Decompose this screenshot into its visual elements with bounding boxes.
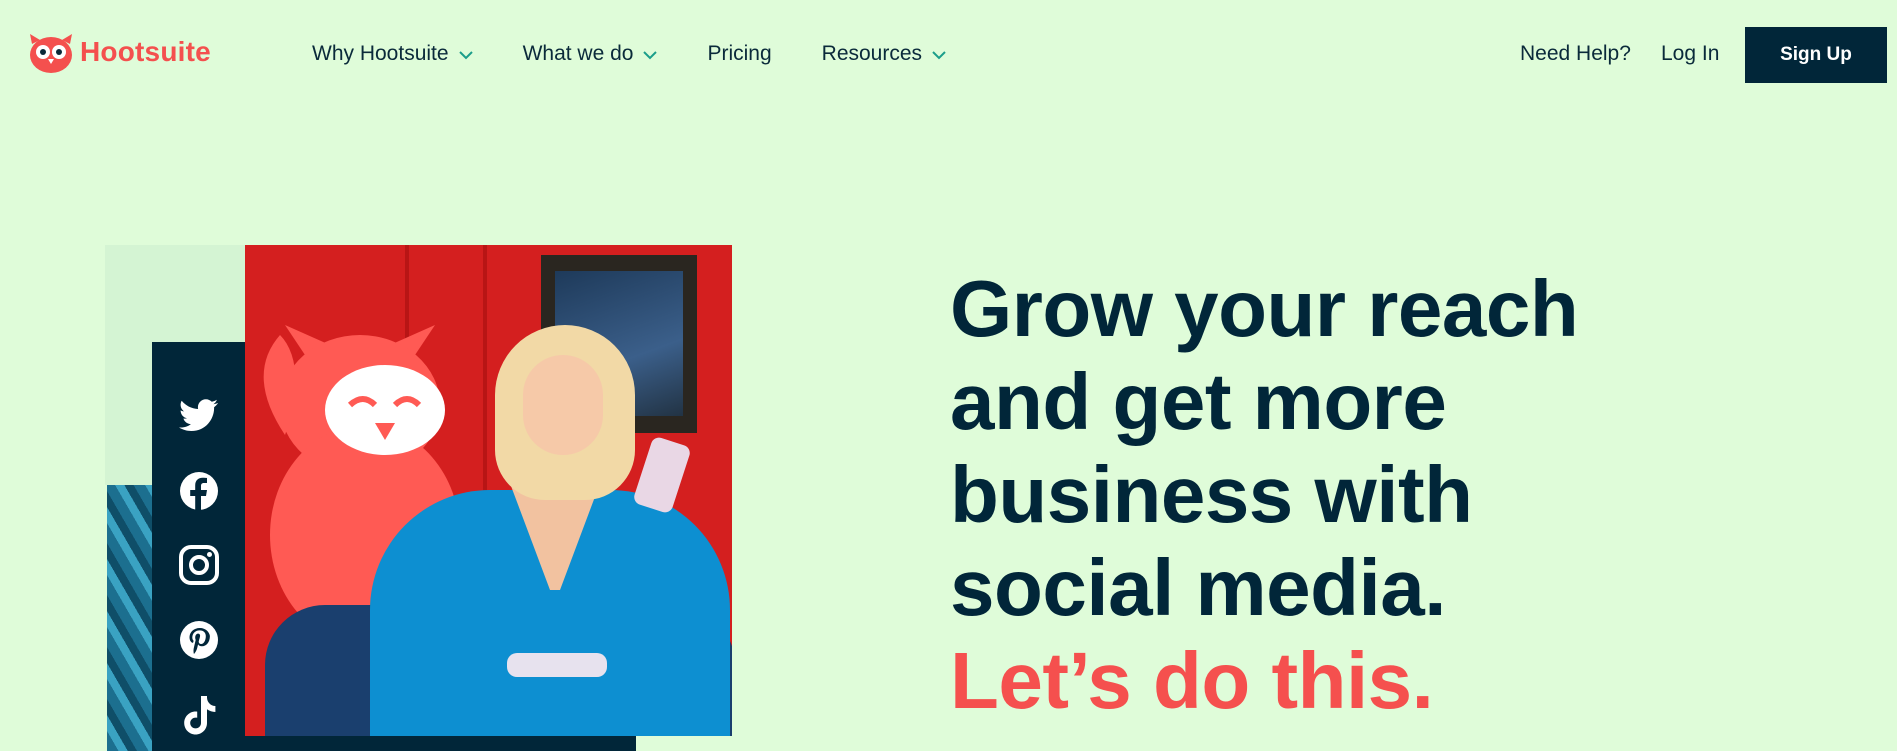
nav-item-pricing[interactable]: Pricing (707, 42, 771, 66)
chevron-down-icon (458, 42, 473, 66)
hero-collage (105, 245, 745, 751)
headline-line: Grow your reach (950, 264, 1579, 353)
log-in-link[interactable]: Log In (1661, 42, 1719, 66)
chevron-down-icon (932, 42, 946, 66)
nav-item-label: Why Hootsuite (312, 42, 449, 65)
site-header: Hootsuite Why Hootsuite What we do Prici… (0, 0, 1897, 112)
owl-logo-icon (28, 30, 74, 74)
tiktok-icon (177, 694, 221, 738)
instagram-icon (177, 543, 221, 587)
nav-item-label: Resources (821, 42, 923, 65)
pinterest-icon (177, 618, 221, 662)
headline-line: business with (950, 450, 1473, 539)
chevron-down-icon (643, 42, 658, 66)
phone (632, 435, 692, 515)
nav-item-what-we-do[interactable]: What we do (523, 42, 658, 66)
hootsuite-logo[interactable]: Hootsuite (28, 30, 211, 74)
headline-accent-line: Let’s do this. (950, 636, 1434, 725)
nav-item-why-hootsuite[interactable]: Why Hootsuite (312, 42, 473, 66)
hero-photo (245, 245, 732, 736)
decorative-strip (248, 735, 636, 751)
headline-line: and get more (950, 357, 1447, 446)
twitter-icon (177, 394, 221, 438)
nav-item-resources[interactable]: Resources (822, 42, 946, 66)
sign-up-button[interactable]: Sign Up (1745, 27, 1887, 83)
jeweled-belt (507, 653, 607, 677)
headline-line: social media. (950, 543, 1446, 632)
need-help-link[interactable]: Need Help? (1520, 42, 1631, 66)
nav-item-label: What we do (522, 42, 634, 65)
nav-item-label: Pricing (707, 42, 772, 65)
social-icons-bar (152, 342, 248, 751)
hero-headline: Grow your reach and get more business wi… (950, 262, 1850, 727)
person-face (523, 355, 603, 455)
main-nav: Why Hootsuite What we do Pricing Resourc… (312, 42, 996, 66)
logo-wordmark: Hootsuite (80, 36, 211, 67)
facebook-icon (177, 469, 221, 513)
